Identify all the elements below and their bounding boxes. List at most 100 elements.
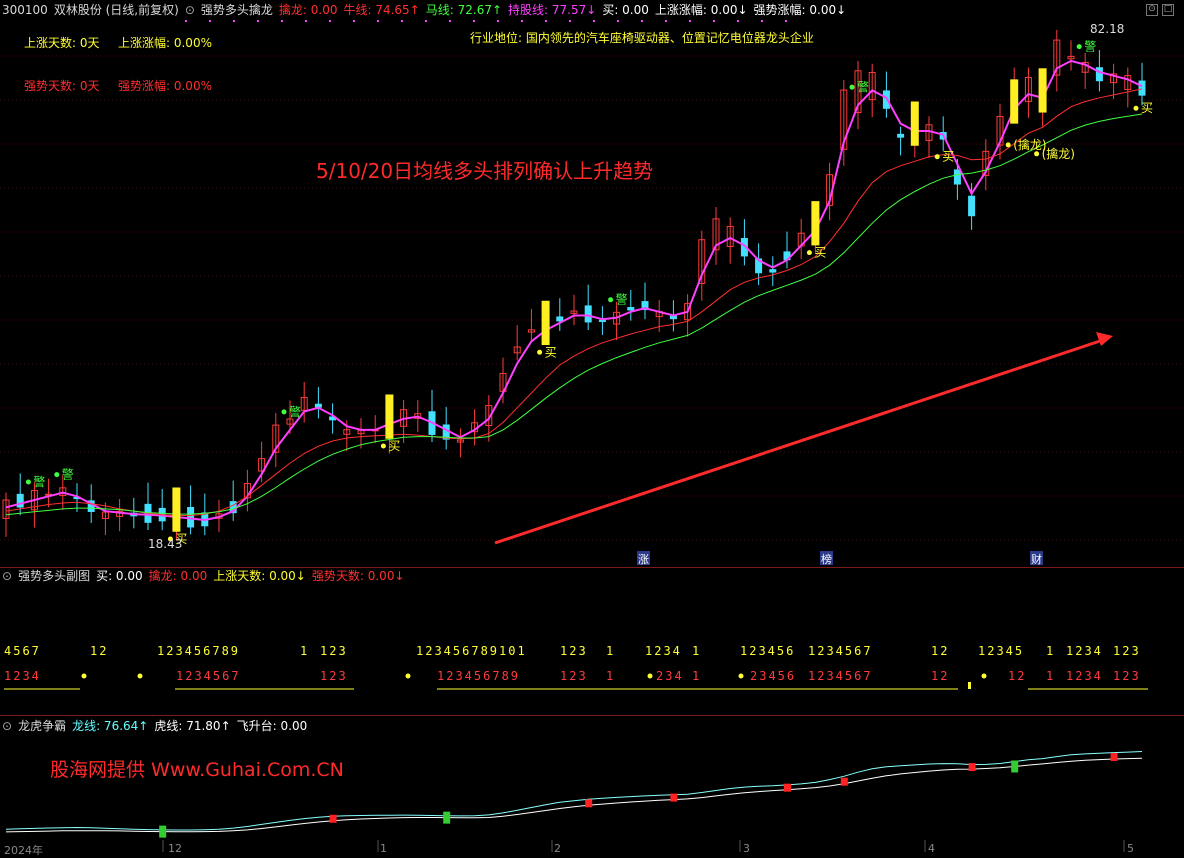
buy-bar <box>541 300 550 346</box>
buy-signal-dot <box>380 443 386 449</box>
candle-body <box>1138 80 1146 96</box>
x-axis-label-0: 2024年 <box>4 844 43 857</box>
candle-body <box>598 319 606 322</box>
qinlong-signal-dot <box>1034 151 1040 157</box>
signal-dot <box>209 20 211 22</box>
signal-dot <box>329 20 331 22</box>
buy-signal-label: 买 <box>1141 101 1153 115</box>
candle-body <box>556 316 564 322</box>
signal-dot <box>713 20 715 22</box>
warn-signal-label: 警 <box>1084 39 1096 54</box>
buy-bar <box>1010 79 1019 124</box>
sub2-bar <box>1011 760 1019 773</box>
sub1-red-count-8: 23456 <box>750 669 797 683</box>
buy-bar <box>172 487 181 532</box>
signal-dot <box>689 20 691 22</box>
signal-dot <box>281 20 283 22</box>
sub1-red-count-10: 12 <box>931 669 950 683</box>
event-tag: 榜 <box>821 552 832 566</box>
signal-dot <box>377 20 379 22</box>
sub1-dot <box>81 673 87 679</box>
sub1-yellow-count-8: 1234 <box>645 644 682 658</box>
signal-dot <box>497 20 499 22</box>
high-price-label: 82.18 <box>1090 22 1125 36</box>
candle-body <box>627 307 635 311</box>
sub1-dot <box>405 673 411 679</box>
warn-signal-label: 警 <box>289 404 301 419</box>
signal-dot <box>521 20 523 22</box>
sub1-red-count-6: 234 <box>656 669 684 683</box>
sub1-yellow-count-6: 123 <box>560 644 588 658</box>
sub1-yellow-count-15: 1234 <box>1066 644 1103 658</box>
candle-body <box>584 305 592 323</box>
sub2-name[interactable]: 龙虎争霸 <box>18 719 66 733</box>
buy-bar <box>811 201 820 246</box>
signal-dot <box>545 20 547 22</box>
candle-body <box>187 507 195 528</box>
warn-signal-label: 警 <box>62 467 74 482</box>
warn-signal-label: 警 <box>616 292 628 307</box>
sub1-dot <box>647 673 653 679</box>
buy-bar <box>385 394 394 439</box>
watermark: 股海网提供 Www.Guhai.Com.CN <box>50 759 344 781</box>
event-tag: 财 <box>1031 552 1042 566</box>
sub2-bar <box>329 814 337 823</box>
sub1-yellow-count-7: 1 <box>606 644 616 658</box>
main-chart[interactable]: 买买买买买买警警警警警警(擒龙)(擒龙)涨榜财 <box>0 0 1184 568</box>
signal-dot <box>185 20 187 22</box>
buy-signal-dot <box>934 154 940 160</box>
sub1-dot <box>137 673 143 679</box>
x-axis-label-3: 2 <box>554 842 561 855</box>
warn-signal-label: 警 <box>33 474 45 489</box>
buy-bar <box>910 101 919 146</box>
sub2-header: ⊙ 龙虎争霸 龙线: 76.64↑ 虎线: 71.80↑ 飞升台: 0.00 <box>2 717 319 735</box>
trend-arrow-head <box>1096 332 1113 346</box>
sub2-field-1: 虎线: 71.80↑ <box>154 719 231 733</box>
sub1-yellow-count-11: 1234567 <box>808 644 873 658</box>
candle-body <box>953 169 961 185</box>
x-axis-label-6: 5 <box>1127 842 1134 855</box>
signal-dot <box>617 20 619 22</box>
signal-dot <box>665 20 667 22</box>
sub1-yellow-count-1: 12 <box>90 644 109 658</box>
sub1-red-count-7: 1 <box>692 669 702 683</box>
panel-divider-2[interactable] <box>0 715 1184 716</box>
sub2-fields: 龙线: 76.64↑ 虎线: 71.80↑ 飞升台: 0.00 <box>72 719 313 733</box>
sub2-bar <box>1110 753 1118 762</box>
sub1-yellow-count-4: 123 <box>320 644 348 658</box>
warn-signal-dot <box>25 479 31 485</box>
sub1-dropdown-icon[interactable]: ⊙ <box>2 569 12 583</box>
signal-dot <box>641 20 643 22</box>
sub2-dropdown-icon[interactable]: ⊙ <box>2 719 12 733</box>
sub1-yellow-count-5: 123456789101 <box>416 644 527 658</box>
sub1-dot <box>981 673 987 679</box>
sub1-name[interactable]: 强势多头副图 <box>18 569 90 583</box>
sub1-red-count-13: 1234 <box>1066 669 1103 683</box>
sub1-yellow-count-14: 1 <box>1046 644 1056 658</box>
sub1-red-count-0: 1234 <box>4 669 41 683</box>
sub1-red-count-14: 123 <box>1113 669 1141 683</box>
sub1-red-count-3: 123456789 <box>437 669 521 683</box>
buy-signal-dot <box>806 250 812 256</box>
signal-dot <box>233 20 235 22</box>
sub1-red-count-5: 1 <box>606 669 616 683</box>
sub1-red-count-4: 123 <box>560 669 588 683</box>
x-axis-label-4: 3 <box>743 842 750 855</box>
candle-body <box>968 195 976 217</box>
sub1-yellow-count-2: 123456789 <box>157 644 241 658</box>
sub1-field-2: 上涨天数: 0.00↓ <box>213 569 306 583</box>
signal-dot <box>305 20 307 22</box>
candle-body <box>1095 67 1103 82</box>
buy-signal-label: 买 <box>545 345 557 359</box>
signal-dot <box>449 20 451 22</box>
warn-signal-label: 警 <box>857 79 869 94</box>
candle-body <box>897 133 905 138</box>
signal-dot <box>425 20 427 22</box>
sub1-yellow-count-0: 4567 <box>4 644 41 658</box>
warn-signal-dot <box>608 297 614 303</box>
warn-signal-dot <box>849 84 855 90</box>
sub1-field-1: 擒龙: 0.00 <box>148 569 208 583</box>
sub1-red-count-12: 1 <box>1046 669 1056 683</box>
sub1-field-3: 强势天数: 0.00↓ <box>311 569 405 583</box>
x-axis-label-2: 1 <box>380 842 387 855</box>
